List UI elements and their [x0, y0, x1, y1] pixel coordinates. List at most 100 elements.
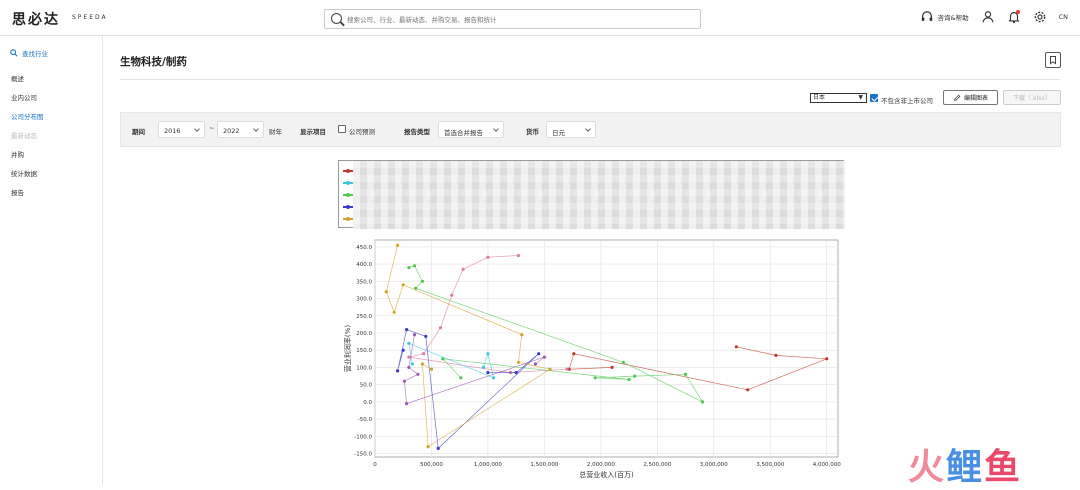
sidebar: 查找行业 概述 业内公司 公司分布图 最新动态 并购 统计数据 报告 — [0, 36, 103, 485]
y-tick-label: 350.0 — [356, 279, 372, 285]
app-logo-subtitle: SPEEDA — [72, 14, 108, 21]
data-point — [424, 334, 428, 338]
y-tick-label: -50.0 — [358, 417, 373, 423]
search-icon[interactable] — [331, 13, 342, 24]
x-tick-label: 2,500,000 — [643, 462, 671, 468]
sidebar-item-reports[interactable]: 报告 — [11, 187, 24, 197]
data-point — [396, 369, 400, 373]
y-tick-label: 200.0 — [356, 331, 372, 337]
display-items-label: 显示项目 — [300, 128, 326, 136]
x-tick-label: 3,000,000 — [700, 462, 728, 468]
data-point — [412, 333, 417, 337]
legend-swatch — [343, 168, 353, 173]
edit-chart-button[interactable]: 编辑图表 — [943, 90, 998, 105]
y-tick-label: 250.0 — [356, 314, 372, 320]
data-point — [410, 362, 414, 366]
data-point — [401, 283, 405, 287]
data-point — [405, 402, 409, 406]
notifications-button[interactable] — [1007, 10, 1021, 24]
watermark-logo: 火鲤鱼 — [908, 447, 1023, 488]
bookmark-button[interactable] — [1045, 52, 1061, 68]
data-point — [621, 360, 625, 364]
data-point — [481, 365, 485, 369]
legend-swatch — [343, 204, 353, 209]
x-axis-label: 总营业收入(百万) — [579, 470, 634, 479]
y-tick-label: 300.0 — [356, 297, 372, 303]
report-type-select[interactable]: 首选合并报告 — [438, 121, 504, 138]
download-label: 下载（.xlsx） — [1013, 95, 1051, 102]
data-point — [420, 279, 424, 283]
data-point — [450, 293, 454, 297]
sidebar-item-companies[interactable]: 业内公司 — [11, 92, 37, 102]
gear-icon[interactable] — [1033, 10, 1047, 24]
data-point — [520, 333, 524, 337]
help-link[interactable]: 咨询&帮助 — [920, 10, 969, 24]
data-point — [416, 372, 420, 376]
period-range-separator: ~ — [209, 124, 215, 132]
chart-svg: -150.0 -100.0 -50.0 0.0 50.0 100.0 150.0 200.0 2… — [343, 239, 841, 479]
data-point — [407, 341, 411, 345]
x-tick-label: 0 — [373, 462, 377, 468]
data-point — [610, 365, 614, 369]
data-point — [516, 360, 520, 364]
period-from-select[interactable]: 2016 — [158, 121, 205, 138]
x-tick-label: 500,000 — [420, 462, 443, 468]
data-point — [420, 362, 424, 366]
search-input[interactable] — [347, 13, 692, 26]
data-point — [461, 267, 465, 271]
exclude-unlisted-label: 不包含非上市公司 — [881, 97, 933, 105]
sidebar-item-news: 最新动态 — [11, 132, 37, 140]
sidebar-item-statistics[interactable]: 统计数据 — [11, 168, 37, 178]
country-value: 日本 — [813, 94, 826, 101]
user-icon[interactable] — [981, 10, 995, 24]
data-point — [492, 376, 496, 380]
y-tick-label: -150.0 — [354, 452, 372, 458]
sidebar-item-company-map[interactable]: 公司分布图 — [11, 111, 44, 121]
legend-swatch — [343, 216, 353, 221]
data-point — [774, 353, 778, 357]
legend-swatch — [343, 192, 353, 197]
language-switch[interactable]: CN — [1059, 13, 1068, 21]
top-bar: 思必达 SPEEDA 咨询&帮助 CN — [0, 0, 1080, 36]
forecast-checkbox[interactable] — [338, 125, 346, 133]
data-point — [633, 374, 637, 378]
legend-names-obscured — [353, 161, 845, 229]
country-select[interactable]: 日本 ▼ — [810, 93, 867, 103]
sidebar-item-ma[interactable]: 并购 — [11, 149, 24, 159]
data-point — [384, 290, 388, 294]
app-logo[interactable]: 思必达 — [12, 9, 60, 29]
data-point — [542, 355, 546, 359]
data-point — [565, 367, 569, 371]
plot-area — [374, 239, 839, 458]
data-point — [392, 310, 396, 314]
forecast-label: 公司预测 — [349, 128, 375, 136]
notification-badge — [1015, 10, 1020, 14]
chart-legend — [338, 160, 845, 229]
data-point — [426, 445, 430, 449]
filter-bar: 期间 2016 ~ 2022 财年 显示项目 公司预测 报告类型 首选合并报告 … — [120, 112, 1061, 147]
fiscal-year-label: 财年 — [269, 128, 282, 136]
data-point — [627, 377, 631, 382]
chevron-down-icon: ▼ — [858, 94, 863, 101]
y-tick-label: 400.0 — [356, 262, 372, 268]
data-point — [401, 348, 405, 352]
find-industry-link[interactable]: 查找行业 — [10, 48, 48, 58]
period-to-select[interactable]: 2022 — [217, 121, 264, 138]
data-point — [533, 362, 537, 366]
download-button: 下载（.xlsx） — [1003, 90, 1061, 105]
data-point — [572, 352, 576, 356]
search-icon — [10, 49, 18, 57]
data-point — [537, 352, 541, 356]
data-point — [825, 357, 829, 361]
help-label: 咨询&帮助 — [937, 14, 969, 22]
find-industry-label: 查找行业 — [22, 50, 48, 58]
data-point — [486, 371, 490, 375]
exclude-unlisted-checkbox[interactable] — [870, 94, 878, 102]
sidebar-item-overview[interactable]: 概述 — [11, 73, 24, 83]
report-type-label: 报告类型 — [404, 128, 430, 136]
global-search[interactable] — [324, 9, 701, 29]
currency-select[interactable]: 日元 — [546, 121, 596, 138]
period-label: 期间 — [132, 128, 145, 136]
data-point — [407, 266, 411, 270]
data-point — [486, 352, 490, 356]
